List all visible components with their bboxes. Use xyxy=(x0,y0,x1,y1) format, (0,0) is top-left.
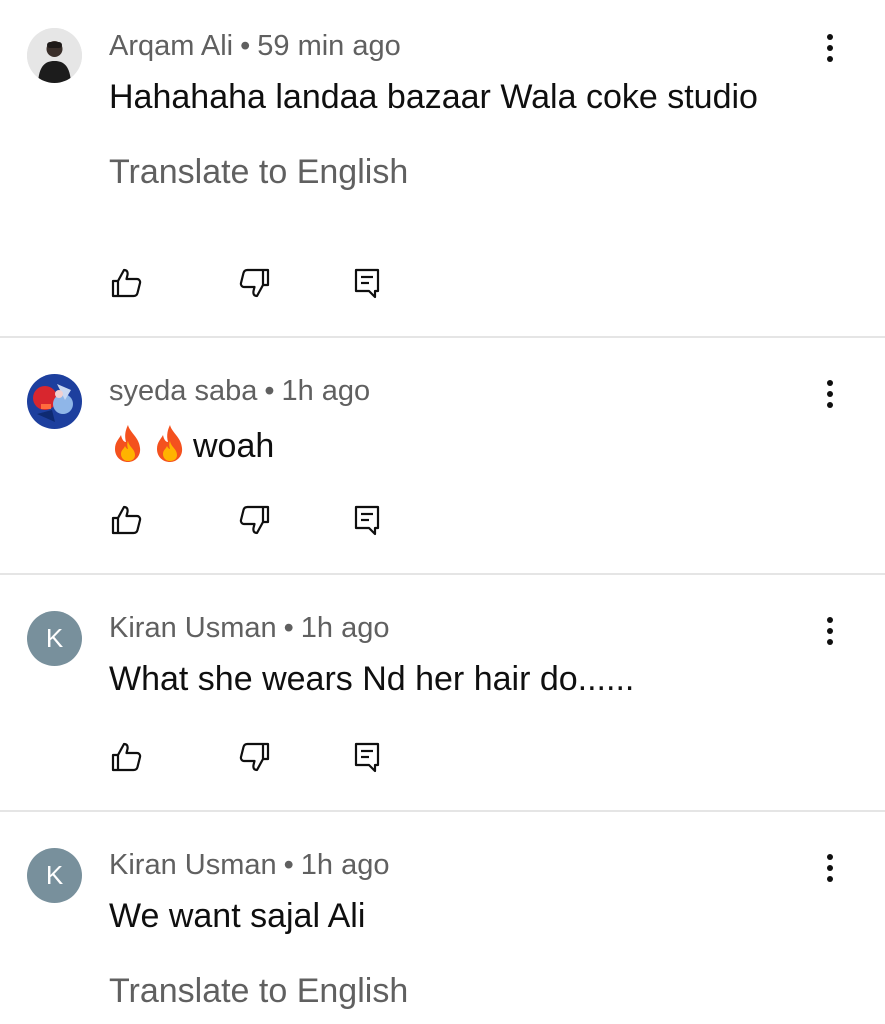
reply-comment-icon xyxy=(354,742,380,773)
avatar[interactable]: K xyxy=(27,611,82,666)
more-vertical-icon xyxy=(827,617,833,645)
more-options-button[interactable] xyxy=(812,613,848,649)
photo-artwork-icon xyxy=(27,374,82,429)
thumbs-down-icon xyxy=(239,268,270,298)
thumbs-down-icon xyxy=(239,505,270,535)
meta-separator: • xyxy=(283,612,294,644)
avatar[interactable] xyxy=(27,28,82,83)
more-vertical-icon xyxy=(827,854,833,882)
thumbs-up-icon xyxy=(111,505,142,535)
more-options-button[interactable] xyxy=(812,376,848,412)
comment-text: Hahahaha landaa bazaar Wala coke studio xyxy=(109,78,758,116)
thumbs-up-icon xyxy=(111,268,142,298)
dislike-button[interactable] xyxy=(236,739,272,775)
comment-time[interactable]: 59 min ago xyxy=(257,30,401,62)
translate-button[interactable]: Translate to English xyxy=(109,972,408,1011)
reply-button[interactable] xyxy=(350,739,386,775)
author-name[interactable]: Kiran Usman xyxy=(109,612,277,644)
avatar[interactable] xyxy=(27,374,82,429)
like-button[interactable] xyxy=(109,739,145,775)
meta-separator: • xyxy=(240,30,251,62)
reply-comment-icon xyxy=(354,268,380,299)
comment-meta: Kiran Usman • 1h ago xyxy=(109,849,389,882)
comment-time[interactable]: 1h ago xyxy=(301,612,390,644)
thumbs-up-icon xyxy=(111,742,142,772)
author-name[interactable]: Arqam Ali xyxy=(109,30,233,62)
reply-button[interactable] xyxy=(350,502,386,538)
more-options-button[interactable] xyxy=(812,30,848,66)
like-button[interactable] xyxy=(109,265,145,301)
comment-meta: syeda saba • 1h ago xyxy=(109,375,370,408)
comment-meta: Arqam Ali • 59 min ago xyxy=(109,30,401,63)
fire-emoji xyxy=(115,425,141,462)
comment-item: syeda saba • 1h ago woah xyxy=(0,338,885,574)
dislike-button[interactable] xyxy=(236,502,272,538)
reply-button[interactable] xyxy=(350,265,386,301)
dislike-button[interactable] xyxy=(236,265,272,301)
comment-text-body: woah xyxy=(193,427,275,465)
author-name[interactable]: Kiran Usman xyxy=(109,849,277,881)
author-name[interactable]: syeda saba xyxy=(109,375,257,407)
translate-button[interactable]: Translate to English xyxy=(109,153,408,192)
thumbs-down-icon xyxy=(239,742,270,772)
like-button[interactable] xyxy=(109,502,145,538)
photo-person-icon xyxy=(27,28,82,83)
comment-text: What she wears Nd her hair do...... xyxy=(109,660,635,698)
more-options-button[interactable] xyxy=(812,850,848,886)
comment-meta: Kiran Usman • 1h ago xyxy=(109,612,389,645)
avatar[interactable]: K xyxy=(27,848,82,903)
comment-text: woah xyxy=(109,423,274,466)
meta-separator: • xyxy=(264,375,275,407)
meta-separator: • xyxy=(283,849,294,881)
comment-item: K Kiran Usman • 1h ago We want sajal Ali T… xyxy=(0,812,885,1024)
comment-item: K Kiran Usman • 1h ago What she wears Nd h… xyxy=(0,575,885,811)
comment-text: We want sajal Ali xyxy=(109,897,366,935)
more-vertical-icon xyxy=(827,380,833,408)
reply-comment-icon xyxy=(354,505,380,536)
comment-item: Arqam Ali • 59 min ago Hahahaha landaa baz… xyxy=(0,0,885,337)
comment-time[interactable]: 1h ago xyxy=(281,375,370,407)
more-vertical-icon xyxy=(827,34,833,62)
fire-emoji xyxy=(157,425,183,462)
comment-time[interactable]: 1h ago xyxy=(301,849,390,881)
